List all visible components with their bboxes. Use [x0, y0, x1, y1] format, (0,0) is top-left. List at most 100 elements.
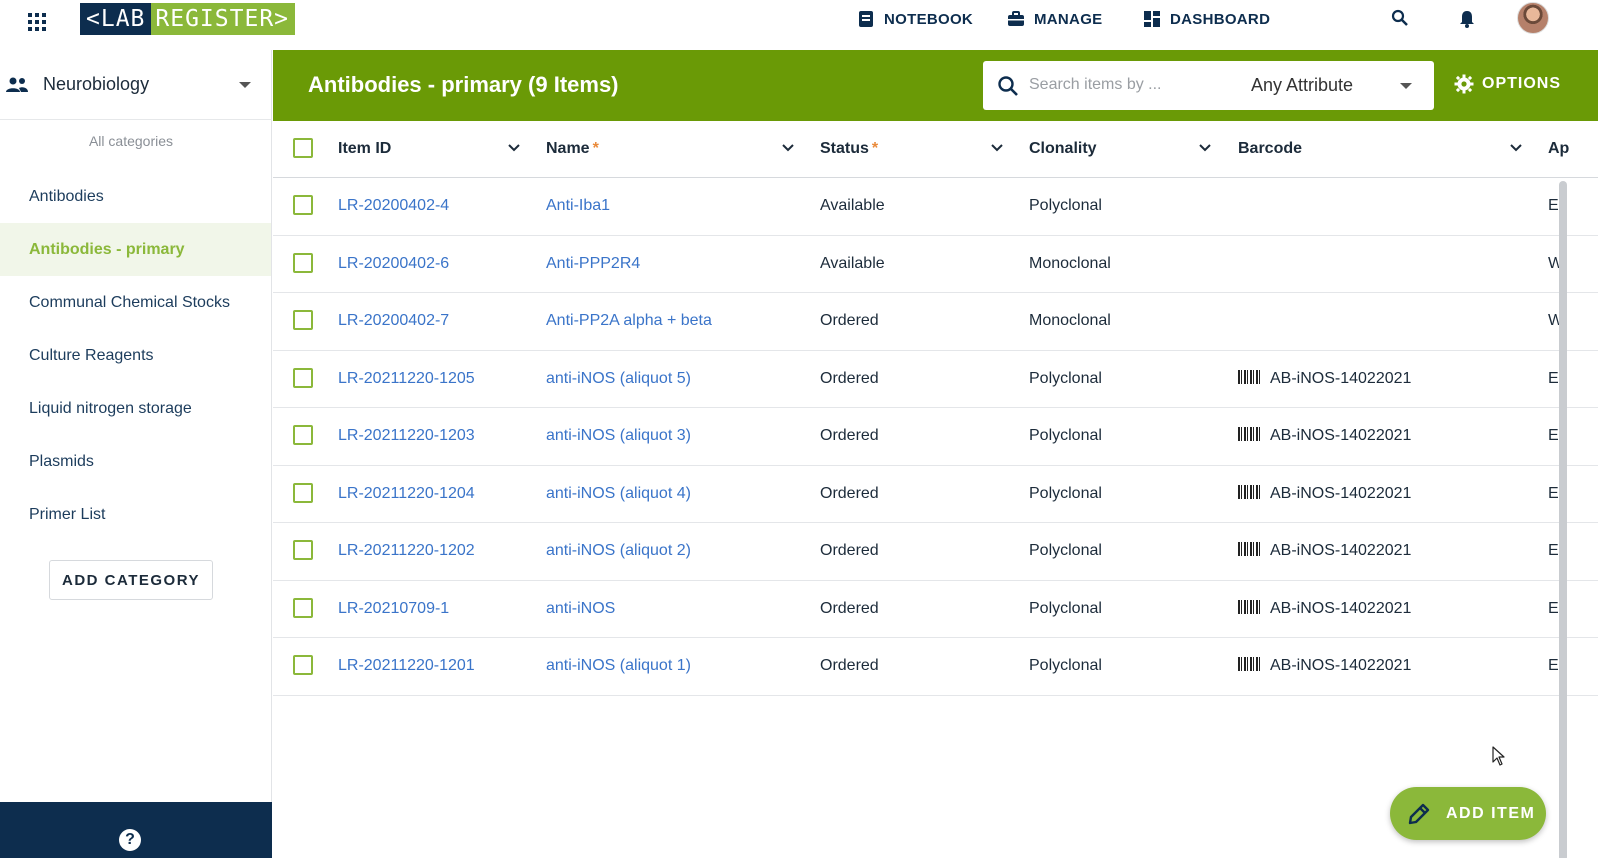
- item-next-cell: E: [1548, 197, 1559, 214]
- select-all-checkbox[interactable]: [293, 138, 313, 158]
- item-id-link[interactable]: LR-20211220-1204: [338, 485, 475, 503]
- bell-icon[interactable]: [1458, 9, 1476, 29]
- chevron-down-icon[interactable]: [990, 141, 1004, 155]
- sidebar-item-antibodies-primary[interactable]: Antibodies - primary: [0, 223, 271, 276]
- barcode-value: AB-iNOS-14022021: [1270, 484, 1412, 502]
- group-selector[interactable]: Neurobiology: [0, 50, 272, 120]
- help-bar: ?: [0, 802, 272, 858]
- table-row[interactable]: LR-20211220-1201 anti-iNOS (aliquot 1) O…: [273, 638, 1598, 696]
- nav-manage[interactable]: MANAGE: [1007, 0, 1102, 38]
- apps-grid-icon[interactable]: [28, 13, 46, 31]
- item-name-link[interactable]: Anti-PPP2R4: [546, 255, 640, 273]
- item-barcode: AB-iNOS-14022021: [1238, 657, 1411, 675]
- column-header-next[interactable]: Ap: [1548, 140, 1569, 158]
- avatar[interactable]: [1517, 2, 1549, 34]
- add-item-button[interactable]: ADD ITEM: [1390, 787, 1546, 840]
- vertical-scrollbar[interactable]: [1559, 181, 1567, 858]
- item-id-link[interactable]: LR-20200402-4: [338, 197, 449, 215]
- sidebar-item-communal-chemical-stocks[interactable]: Communal Chemical Stocks: [0, 276, 271, 329]
- column-header-barcode[interactable]: Barcode: [1238, 140, 1302, 158]
- table-row[interactable]: LR-20211220-1205 anti-iNOS (aliquot 5) O…: [273, 351, 1598, 408]
- table-row[interactable]: LR-20211220-1204 anti-iNOS (aliquot 4) O…: [273, 466, 1598, 523]
- row-checkbox[interactable]: [293, 195, 313, 215]
- item-id-link[interactable]: LR-20211220-1201: [338, 657, 475, 675]
- options-button[interactable]: OPTIONS: [1454, 74, 1561, 94]
- item-next-cell: E: [1548, 542, 1559, 559]
- row-checkbox[interactable]: [293, 425, 313, 445]
- barcode-value: AB-iNOS-14022021: [1270, 369, 1412, 387]
- help-icon[interactable]: ?: [119, 829, 141, 851]
- chevron-down-icon[interactable]: [1198, 141, 1212, 155]
- sidebar-item-plasmids[interactable]: Plasmids: [0, 435, 271, 488]
- nav-dashboard[interactable]: DASHBOARD: [1143, 0, 1270, 38]
- item-status: Ordered: [820, 657, 879, 674]
- column-label: Status: [820, 140, 869, 157]
- row-checkbox[interactable]: [293, 310, 313, 330]
- item-name-link[interactable]: anti-iNOS (aliquot 3): [546, 427, 691, 445]
- barcode-icon: [1238, 484, 1260, 499]
- row-checkbox[interactable]: [293, 597, 313, 618]
- chevron-down-icon[interactable]: [1509, 141, 1523, 155]
- row-checkbox[interactable]: [293, 540, 313, 560]
- table-row[interactable]: LR-20210709-1 anti-iNOS Ordered Polyclon…: [273, 581, 1598, 638]
- column-header-clonality[interactable]: Clonality: [1029, 140, 1097, 158]
- item-barcode: AB-iNOS-14022021: [1238, 484, 1412, 503]
- item-clonality: Polyclonal: [1029, 599, 1102, 617]
- row-checkbox[interactable]: [293, 252, 313, 273]
- sidebar-item-antibodies[interactable]: Antibodies: [0, 170, 271, 223]
- required-mark: *: [871, 140, 879, 157]
- attribute-select[interactable]: Any Attribute: [1251, 75, 1353, 96]
- sidebar: Neurobiology All categories Antibodies A…: [0, 50, 272, 858]
- nav-manage-label: MANAGE: [1034, 10, 1103, 28]
- item-status: Ordered: [820, 484, 879, 502]
- item-barcode: AB-iNOS-14022021: [1238, 542, 1411, 560]
- item-clonality: Monoclonal: [1029, 312, 1111, 329]
- item-id-link[interactable]: LR-20200402-6: [338, 255, 449, 273]
- item-barcode: AB-iNOS-14022021: [1238, 599, 1411, 618]
- search-icon[interactable]: [1391, 9, 1409, 27]
- table-row[interactable]: LR-20211220-1202 anti-iNOS (aliquot 2) O…: [273, 523, 1598, 581]
- item-clonality: Polyclonal: [1029, 369, 1102, 387]
- item-status: Ordered: [820, 369, 879, 387]
- logo[interactable]: <LAB REGISTER>: [80, 3, 296, 35]
- item-name-link[interactable]: anti-iNOS: [546, 600, 615, 618]
- table-row[interactable]: LR-20200402-7 Anti-PP2A alpha + beta Ord…: [273, 293, 1598, 351]
- item-id-link[interactable]: LR-20211220-1202: [338, 542, 475, 560]
- table-row[interactable]: LR-20200402-6 Anti-PPP2R4 Available Mono…: [273, 236, 1598, 293]
- sidebar-item-culture-reagents[interactable]: Culture Reagents: [0, 329, 271, 382]
- nav-dashboard-label: DASHBOARD: [1170, 10, 1271, 28]
- all-categories-label[interactable]: All categories: [0, 133, 262, 149]
- chevron-down-icon[interactable]: [507, 141, 521, 155]
- item-name-link[interactable]: anti-iNOS (aliquot 1): [546, 657, 691, 675]
- item-name-link[interactable]: Anti-PP2A alpha + beta: [546, 312, 712, 330]
- add-category-button[interactable]: ADD CATEGORY: [49, 560, 213, 600]
- logo-part-register: REGISTER>: [151, 3, 296, 35]
- item-clonality: Polyclonal: [1029, 542, 1102, 559]
- row-checkbox[interactable]: [293, 367, 313, 388]
- item-id-link[interactable]: LR-20211220-1205: [338, 370, 475, 388]
- sidebar-item-primer-list[interactable]: Primer List: [0, 488, 271, 541]
- search-input[interactable]: [1029, 71, 1229, 99]
- item-id-link[interactable]: LR-20211220-1203: [338, 427, 475, 445]
- sidebar-item-liquid-nitrogen-storage[interactable]: Liquid nitrogen storage: [0, 382, 271, 435]
- page-title: Antibodies - primary (9 Items): [308, 72, 619, 97]
- item-id-link[interactable]: LR-20200402-7: [338, 312, 449, 330]
- nav-notebook[interactable]: NOTEBOOK: [857, 0, 973, 38]
- item-name-link[interactable]: Anti-Iba1: [546, 197, 610, 215]
- table-row[interactable]: LR-20200402-4 Anti-Iba1 Available Polycl…: [273, 178, 1598, 236]
- table-body: LR-20200402-4 Anti-Iba1 Available Polycl…: [273, 178, 1598, 696]
- item-name-link[interactable]: anti-iNOS (aliquot 4): [546, 485, 691, 503]
- item-name-link[interactable]: anti-iNOS (aliquot 2): [546, 542, 691, 560]
- barcode-value: AB-iNOS-14022021: [1270, 542, 1412, 559]
- table-row[interactable]: LR-20211220-1203 anti-iNOS (aliquot 3) O…: [273, 408, 1598, 466]
- item-next-cell: E: [1548, 599, 1559, 617]
- row-checkbox[interactable]: [293, 482, 313, 503]
- column-header-item-id[interactable]: Item ID: [338, 140, 391, 158]
- chevron-down-icon[interactable]: [781, 141, 795, 155]
- item-name-link[interactable]: anti-iNOS (aliquot 5): [546, 370, 691, 388]
- item-id-link[interactable]: LR-20210709-1: [338, 600, 449, 618]
- column-header-name[interactable]: Name *: [546, 140, 599, 158]
- barcode-value: AB-iNOS-14022021: [1270, 657, 1412, 674]
- column-header-status[interactable]: Status *: [820, 140, 878, 158]
- row-checkbox[interactable]: [293, 655, 313, 675]
